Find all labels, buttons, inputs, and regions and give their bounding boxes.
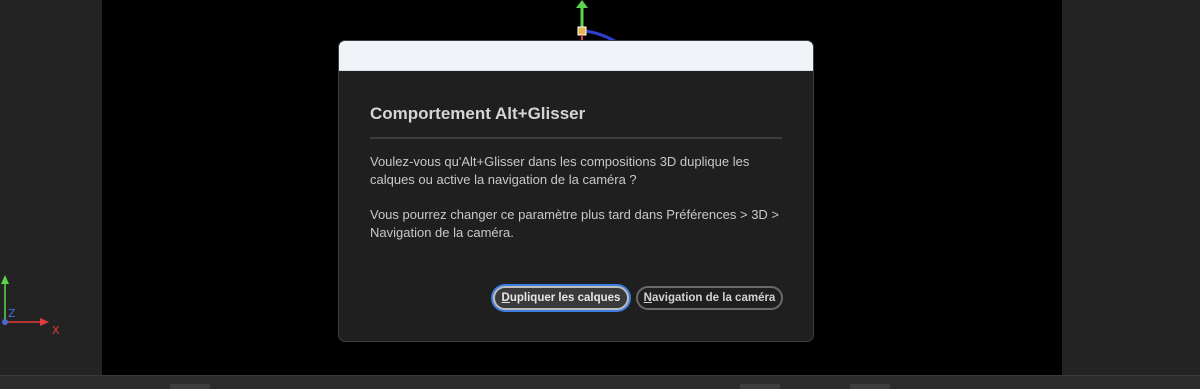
strip-segment [170,384,210,389]
alt-drag-behavior-dialog: Comportement Alt+Glisser Voulez-vous qu'… [338,40,814,342]
duplicate-layers-label: upliquer les calques [509,292,621,304]
dialog-divider [370,137,782,139]
camera-navigation-mnemonic: N [643,292,652,304]
axis-z-label: Z [8,307,16,320]
dialog-question-text: Voulez-vous qu'Alt+Glisser dans les comp… [370,154,750,187]
axis-x-label: X [52,324,60,337]
axis-indicator: Z X [0,270,70,340]
dialog-titlebar[interactable] [339,41,813,71]
gizmo-y-arrow-icon [576,0,588,8]
duplicate-layers-button[interactable]: Dupliquer les calques [493,286,629,310]
camera-navigation-label: avigation de la caméra [651,292,776,304]
strip-segment [740,384,780,389]
timeline-strip [0,375,1200,389]
strip-segment [850,384,890,389]
duplicate-layers-mnemonic: D [501,292,510,304]
dialog-preferences-hint: Vous pourrez changer ce paramètre plus t… [370,207,780,240]
camera-navigation-button[interactable]: Navigation de la caméra [636,286,783,310]
gizmo-center-handle [577,26,587,36]
3d-transform-gizmo[interactable] [560,0,640,45]
dialog-heading: Comportement Alt+Glisser [370,104,586,123]
